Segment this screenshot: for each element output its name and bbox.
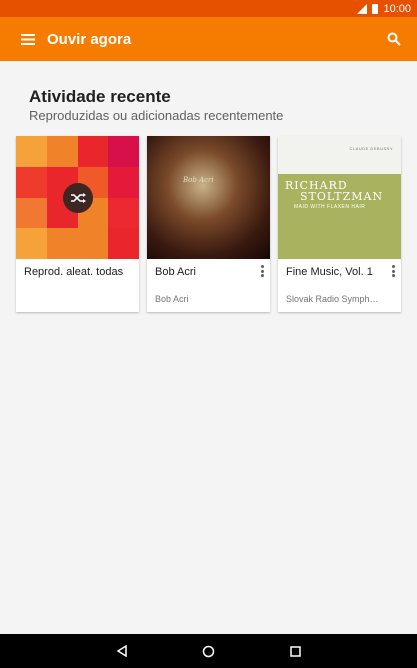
search-icon	[387, 32, 401, 46]
card-bob-acri[interactable]: Bob Acri Bob Acri Bob Acri	[147, 136, 270, 312]
home-button[interactable]	[197, 639, 221, 663]
album-art-bob-acri: Bob Acri	[147, 136, 270, 259]
navigation-bar	[0, 634, 417, 668]
recents-icon	[290, 645, 301, 657]
more-vert-icon	[391, 265, 395, 268]
search-button[interactable]	[383, 28, 405, 50]
card-title: Reprod. aleat. todas	[24, 266, 124, 278]
app-title: Ouvir agora	[47, 30, 132, 48]
signal-icon	[357, 3, 368, 14]
battery-icon	[372, 3, 379, 14]
card-title: Bob Acri	[155, 266, 196, 278]
back-button[interactable]	[110, 639, 134, 663]
album-art-composer: CLAUDE DEBUSSY	[349, 146, 393, 151]
more-options-button[interactable]	[389, 264, 397, 278]
status-bar: 10:00	[0, 0, 417, 17]
card-shuffle-all[interactable]: Reprod. aleat. todas	[16, 136, 139, 312]
section-subtitle: Reproduzidas ou adicionadas recentemente	[29, 108, 284, 123]
card-subtitle: Bob Acri	[155, 294, 189, 304]
status-time: 10:00	[383, 2, 411, 15]
app-bar: Ouvir agora	[0, 17, 417, 61]
home-icon	[202, 645, 215, 657]
album-art-subtitle: MAID WITH FLAXEN HAIR	[294, 204, 366, 210]
card-title: Fine Music, Vol. 1	[286, 266, 373, 278]
album-art-shuffle	[16, 136, 139, 259]
card-fine-music[interactable]: CLAUDE DEBUSSY RICHARD STOLTZMAN MAID WI…	[278, 136, 401, 312]
album-art-text: Bob Acri	[183, 176, 214, 184]
recents-button[interactable]	[284, 639, 308, 663]
album-art-artist: RICHARD STOLTZMAN	[285, 179, 384, 203]
section-title: Atividade recente	[29, 87, 171, 106]
more-options-button[interactable]	[258, 264, 266, 278]
card-subtitle: Slovak Radio Symph…	[286, 294, 379, 304]
more-vert-icon	[260, 265, 264, 268]
album-art-fine-music: CLAUDE DEBUSSY RICHARD STOLTZMAN MAID WI…	[278, 136, 401, 259]
shuffle-icon	[71, 193, 86, 203]
back-icon	[116, 645, 127, 657]
menu-icon	[21, 33, 35, 45]
shuffle-button[interactable]	[63, 183, 93, 213]
